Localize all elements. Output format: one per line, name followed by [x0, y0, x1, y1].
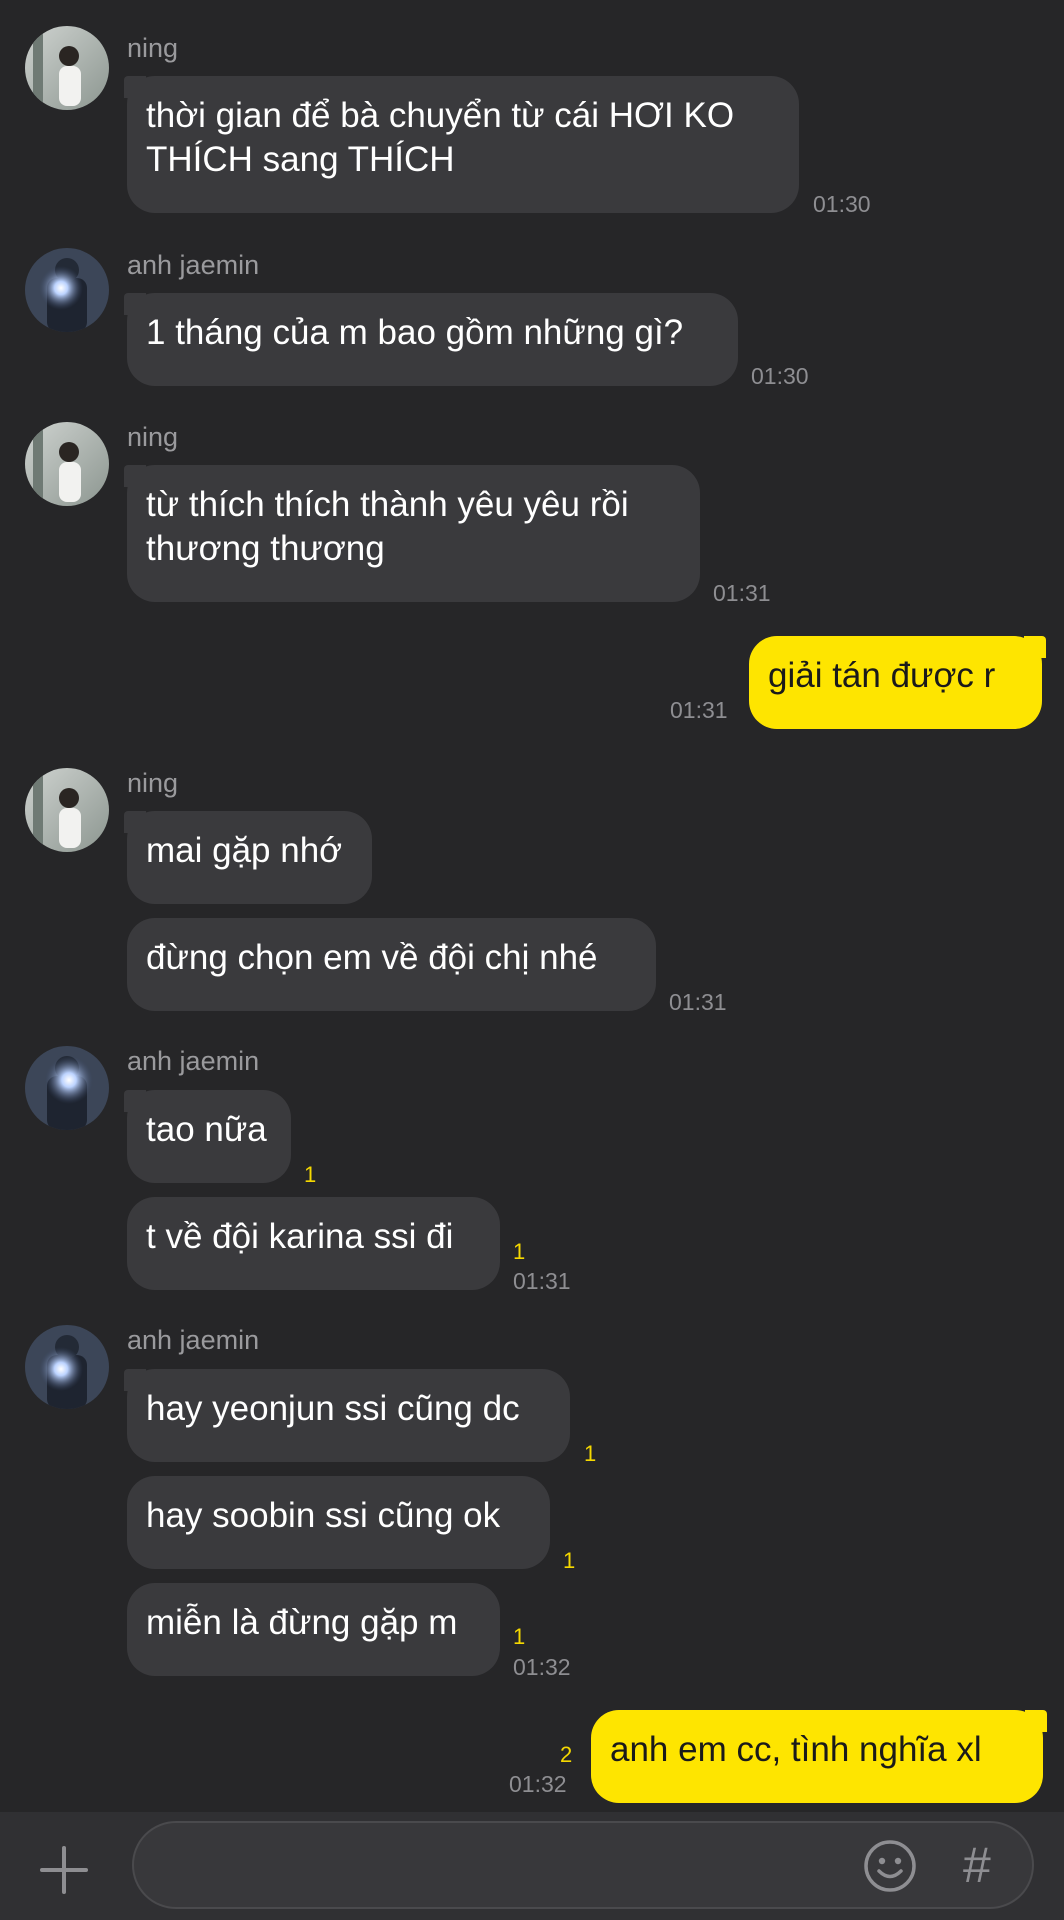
unread-count: 1: [304, 1162, 317, 1187]
message-bubble[interactable]: hay yeonjun ssi cũng dc: [124, 1369, 570, 1462]
message-time: 01:31: [513, 1268, 571, 1294]
message-time: 01:31: [669, 989, 727, 1015]
message-time: 01:30: [751, 363, 809, 389]
message-bubble[interactable]: từ thích thích thành yêu yêu rồi thương …: [124, 465, 700, 602]
my-message-bubble[interactable]: anh em cc, tình nghĩa xl: [591, 1710, 1047, 1803]
avatar-anh-jaemin[interactable]: [25, 248, 109, 332]
avatar-anh-jaemin[interactable]: [25, 1325, 109, 1409]
sender-name: ning: [127, 768, 179, 798]
unread-count: 1: [513, 1624, 526, 1649]
message-bubble[interactable]: 1 tháng của m bao gồm những gì?: [124, 293, 738, 386]
message-time: 01:30: [813, 191, 871, 217]
my-message-bubble[interactable]: giải tán được r: [749, 636, 1046, 729]
sender-name: anh jaemin: [127, 1046, 260, 1076]
message-bubble[interactable]: miễn là đừng gặp m: [127, 1583, 500, 1676]
message-time: 01:32: [513, 1654, 571, 1680]
sender-name: ning: [127, 422, 179, 452]
message-time: 01:31: [670, 697, 728, 723]
message-bubble[interactable]: hay soobin ssi cũng ok: [127, 1476, 550, 1569]
message-bubble[interactable]: đừng chọn em về đội chị nhé: [127, 918, 656, 1011]
unread-count: 1: [513, 1239, 526, 1264]
sender-name: ning: [127, 33, 179, 63]
sender-name: anh jaemin: [127, 250, 260, 280]
message-bubble[interactable]: thời gian để bà chuyển từ cái HƠI KO THÍ…: [124, 76, 799, 213]
unread-count: 2: [560, 1742, 573, 1767]
message-bubble[interactable]: t về đội karina ssi đi: [127, 1197, 500, 1290]
message-time: 01:31: [713, 580, 771, 606]
message-time: 01:32: [509, 1771, 567, 1797]
unread-count: 1: [584, 1441, 597, 1466]
hashtag-button[interactable]: #: [963, 1835, 991, 1895]
avatar-ning[interactable]: [25, 26, 109, 110]
unread-count: 1: [563, 1548, 576, 1573]
emoji-icon[interactable]: [862, 1838, 918, 1894]
message-bubble[interactable]: tao nữa: [124, 1090, 291, 1183]
sender-name: anh jaemin: [127, 1325, 260, 1355]
avatar-ning[interactable]: [25, 422, 109, 506]
avatar-ning[interactable]: [25, 768, 109, 852]
plus-icon[interactable]: [34, 1840, 94, 1900]
avatar-anh-jaemin[interactable]: [25, 1046, 109, 1130]
message-bubble[interactable]: mai gặp nhớ: [124, 811, 372, 904]
